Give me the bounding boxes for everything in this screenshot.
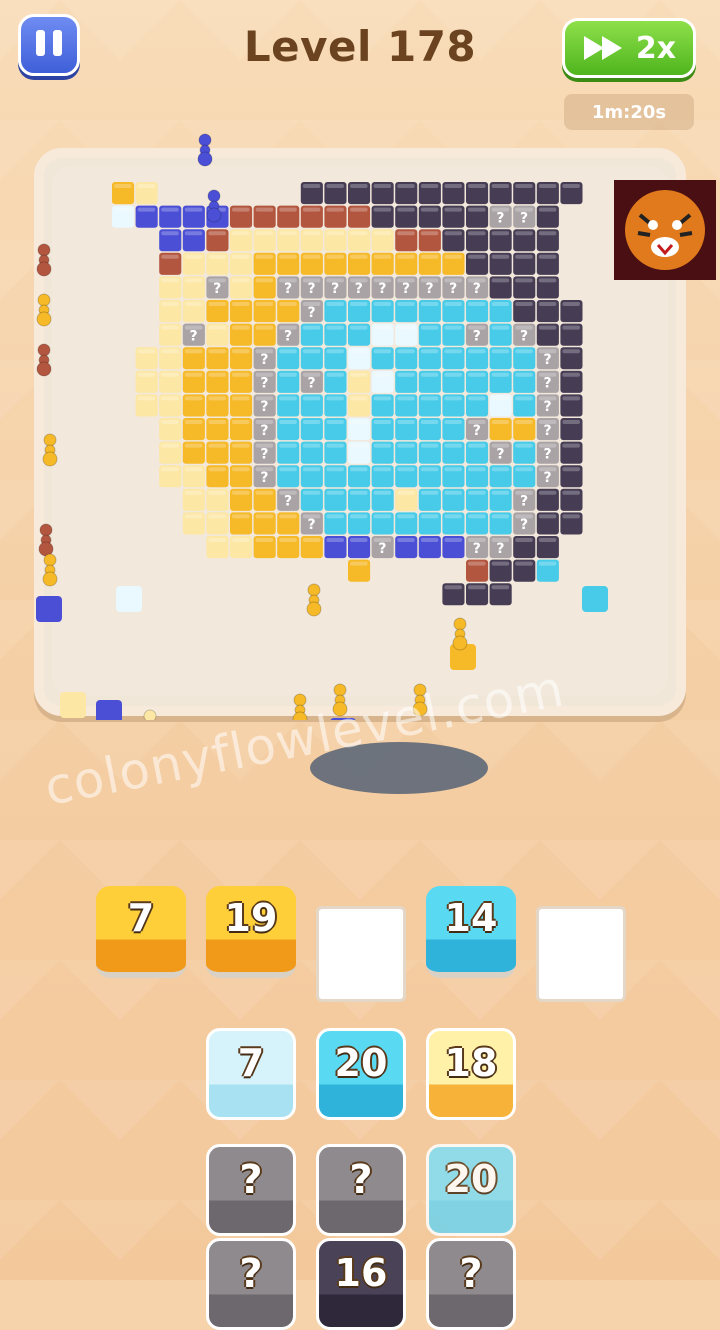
- empty-slot[interactable]: [316, 906, 406, 1002]
- mystery-tile[interactable]: ?: [426, 1238, 516, 1330]
- tile-number: ?: [239, 1157, 263, 1203]
- timer: 1m:20s: [564, 94, 694, 130]
- tile-number: 16: [334, 1251, 388, 1295]
- mystery-tile[interactable]: ?: [206, 1238, 296, 1330]
- game-board: [52, 166, 668, 696]
- tile-number: ?: [239, 1251, 263, 1297]
- queue-tile[interactable]: 16: [316, 1238, 406, 1330]
- tiger-logo-icon: [614, 180, 716, 280]
- fast-forward-icon: [583, 36, 622, 60]
- tile-number: ?: [349, 1157, 373, 1203]
- tile-number: ?: [459, 1251, 483, 1297]
- slot-tile[interactable]: 7: [96, 886, 186, 978]
- slot-tile[interactable]: 14: [426, 886, 516, 978]
- queue-tile[interactable]: 20: [316, 1028, 406, 1120]
- tile-number: 19: [224, 896, 278, 940]
- queue-tile[interactable]: 7: [206, 1028, 296, 1120]
- tile-number: 7: [127, 896, 155, 940]
- mystery-tile[interactable]: ?: [316, 1144, 406, 1236]
- tile-number: 7: [237, 1041, 265, 1085]
- empty-slot[interactable]: [536, 906, 626, 1002]
- slot-tile[interactable]: 19: [206, 886, 296, 978]
- mystery-tile[interactable]: ?: [206, 1144, 296, 1236]
- tile-number: 18: [444, 1041, 498, 1085]
- queue-tile[interactable]: 20: [426, 1144, 516, 1236]
- tile-number: 20: [444, 1157, 498, 1201]
- tile-number: 14: [444, 896, 498, 940]
- queue-tile[interactable]: 18: [426, 1028, 516, 1120]
- speed-label: 2x: [635, 30, 677, 66]
- tile-number: 20: [334, 1041, 388, 1085]
- speed-2x-button[interactable]: 2x: [562, 18, 696, 78]
